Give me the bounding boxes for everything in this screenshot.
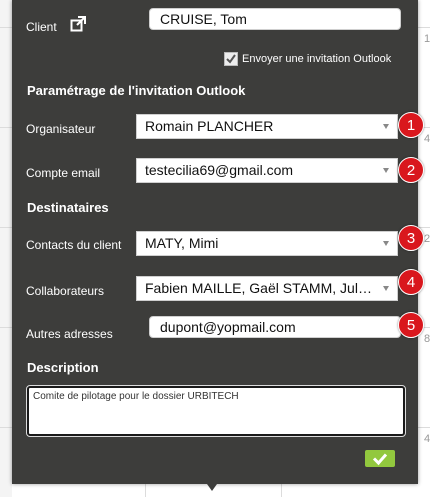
other-addresses-field[interactable]: dupont@yopmail.com: [149, 316, 401, 338]
callout-badge-5: 5: [398, 312, 424, 338]
recipients-title: Destinataires: [27, 200, 109, 215]
email-account-value: testecilia69@gmail.com: [145, 162, 294, 178]
checkmark-icon: [372, 453, 388, 466]
collaborators-value: Fabien MAILLE, Gaël STAMM, Julien...: [145, 280, 389, 296]
external-link-icon[interactable]: [70, 16, 86, 32]
callout-badge-2: 2: [398, 157, 424, 183]
calendar-day-number: 4: [424, 133, 430, 145]
calendar-day-number: 1: [424, 33, 430, 45]
organizer-value: Romain PLANCHER: [145, 118, 274, 134]
client-contacts-value: MATY, Mimi: [145, 235, 219, 251]
event-popup: Client CRUISE, Tom Envoyer une invitatio…: [12, 0, 424, 484]
organizer-label: Organisateur: [26, 122, 96, 136]
description-textarea[interactable]: [26, 385, 406, 437]
callout-badge-4: 4: [398, 269, 424, 295]
calendar-day-number: 2: [424, 233, 430, 245]
invite-checkbox[interactable]: [224, 52, 238, 66]
popup-pointer: [207, 484, 217, 491]
client-field[interactable]: CRUISE, Tom: [149, 8, 401, 30]
chevron-down-icon: [383, 168, 389, 173]
other-addresses-label: Autres adresses: [26, 327, 113, 341]
chevron-down-icon: [383, 286, 389, 291]
email-account-label: Compte email: [26, 166, 101, 180]
invite-checkbox-label: Envoyer une invitation Outlook: [242, 53, 392, 65]
check-icon: [226, 54, 236, 64]
callout-badge-3: 3: [398, 225, 424, 251]
email-account-select[interactable]: testecilia69@gmail.com: [136, 158, 398, 183]
chevron-down-icon: [383, 241, 389, 246]
client-contacts-label: Contacts du client: [26, 238, 122, 252]
callout-badge-1: 1: [398, 112, 424, 138]
calendar-day-number: 8: [424, 333, 430, 345]
confirm-button[interactable]: [365, 450, 395, 467]
outlook-settings-title: Paramétrage de l'invitation Outlook: [27, 83, 246, 98]
client-label: Client: [26, 20, 57, 34]
client-contacts-select[interactable]: MATY, Mimi: [136, 231, 398, 256]
calendar-day-number: 4: [424, 433, 430, 445]
calendar-left-strip: [0, 0, 12, 497]
chevron-down-icon: [383, 124, 389, 129]
collaborators-select[interactable]: Fabien MAILLE, Gaël STAMM, Julien...: [136, 276, 398, 301]
description-title: Description: [27, 360, 99, 375]
collaborators-label: Collaborateurs: [26, 284, 105, 298]
organizer-select[interactable]: Romain PLANCHER: [136, 114, 398, 139]
